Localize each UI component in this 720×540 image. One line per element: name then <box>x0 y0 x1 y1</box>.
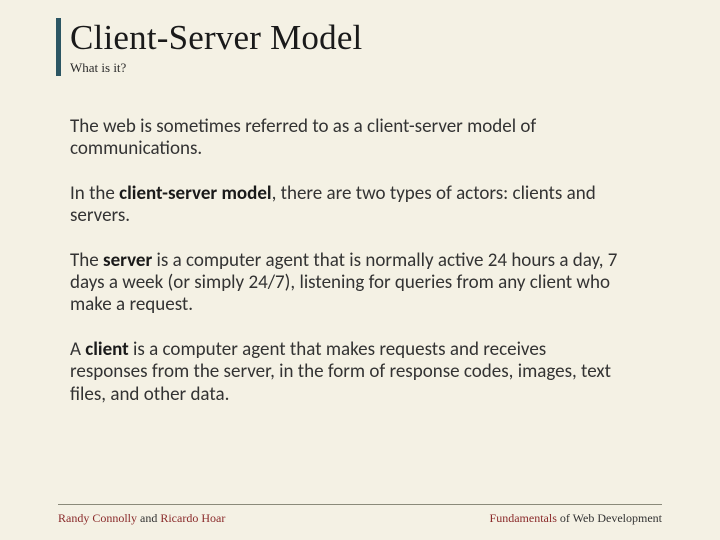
author-name: Ricardo Hoar <box>160 511 225 525</box>
bold-term-server: server <box>103 249 152 272</box>
book-title-accent: Fundamentals <box>490 511 557 525</box>
slide-footer: Randy Connolly and Ricardo Hoar Fundamen… <box>0 504 720 526</box>
text-conjunction: and <box>137 511 160 525</box>
slide-subtitle: What is it? <box>70 60 662 76</box>
text-fragment: is a computer agent that is normally act… <box>70 249 617 317</box>
bold-term-client-server-model: client-server model <box>119 182 271 205</box>
author-name: Randy Connolly <box>58 511 137 525</box>
text-fragment: A <box>70 338 85 361</box>
footer-authors: Randy Connolly and Ricardo Hoar <box>58 511 225 526</box>
paragraph-server: The server is a computer agent that is n… <box>70 250 622 317</box>
book-title-rest: of Web Development <box>557 511 662 525</box>
footer-divider <box>58 504 662 505</box>
text-fragment: In the <box>70 182 119 205</box>
footer-book-title: Fundamentals of Web Development <box>490 511 662 526</box>
bold-term-client: client <box>85 338 128 361</box>
slide-title: Client-Server Model <box>70 18 662 58</box>
paragraph-model: In the client-server model, there are tw… <box>70 183 622 228</box>
footer-row: Randy Connolly and Ricardo Hoar Fundamen… <box>58 511 662 526</box>
paragraph-client: A client is a computer agent that makes … <box>70 339 622 406</box>
text-fragment: is a computer agent that makes requests … <box>70 338 611 406</box>
paragraph-intro: The web is sometimes referred to as a cl… <box>70 116 622 161</box>
text-fragment: The <box>70 249 103 272</box>
slide-body: The web is sometimes referred to as a cl… <box>70 116 662 406</box>
slide: Client-Server Model What is it? The web … <box>0 0 720 540</box>
accent-bar <box>56 18 61 76</box>
